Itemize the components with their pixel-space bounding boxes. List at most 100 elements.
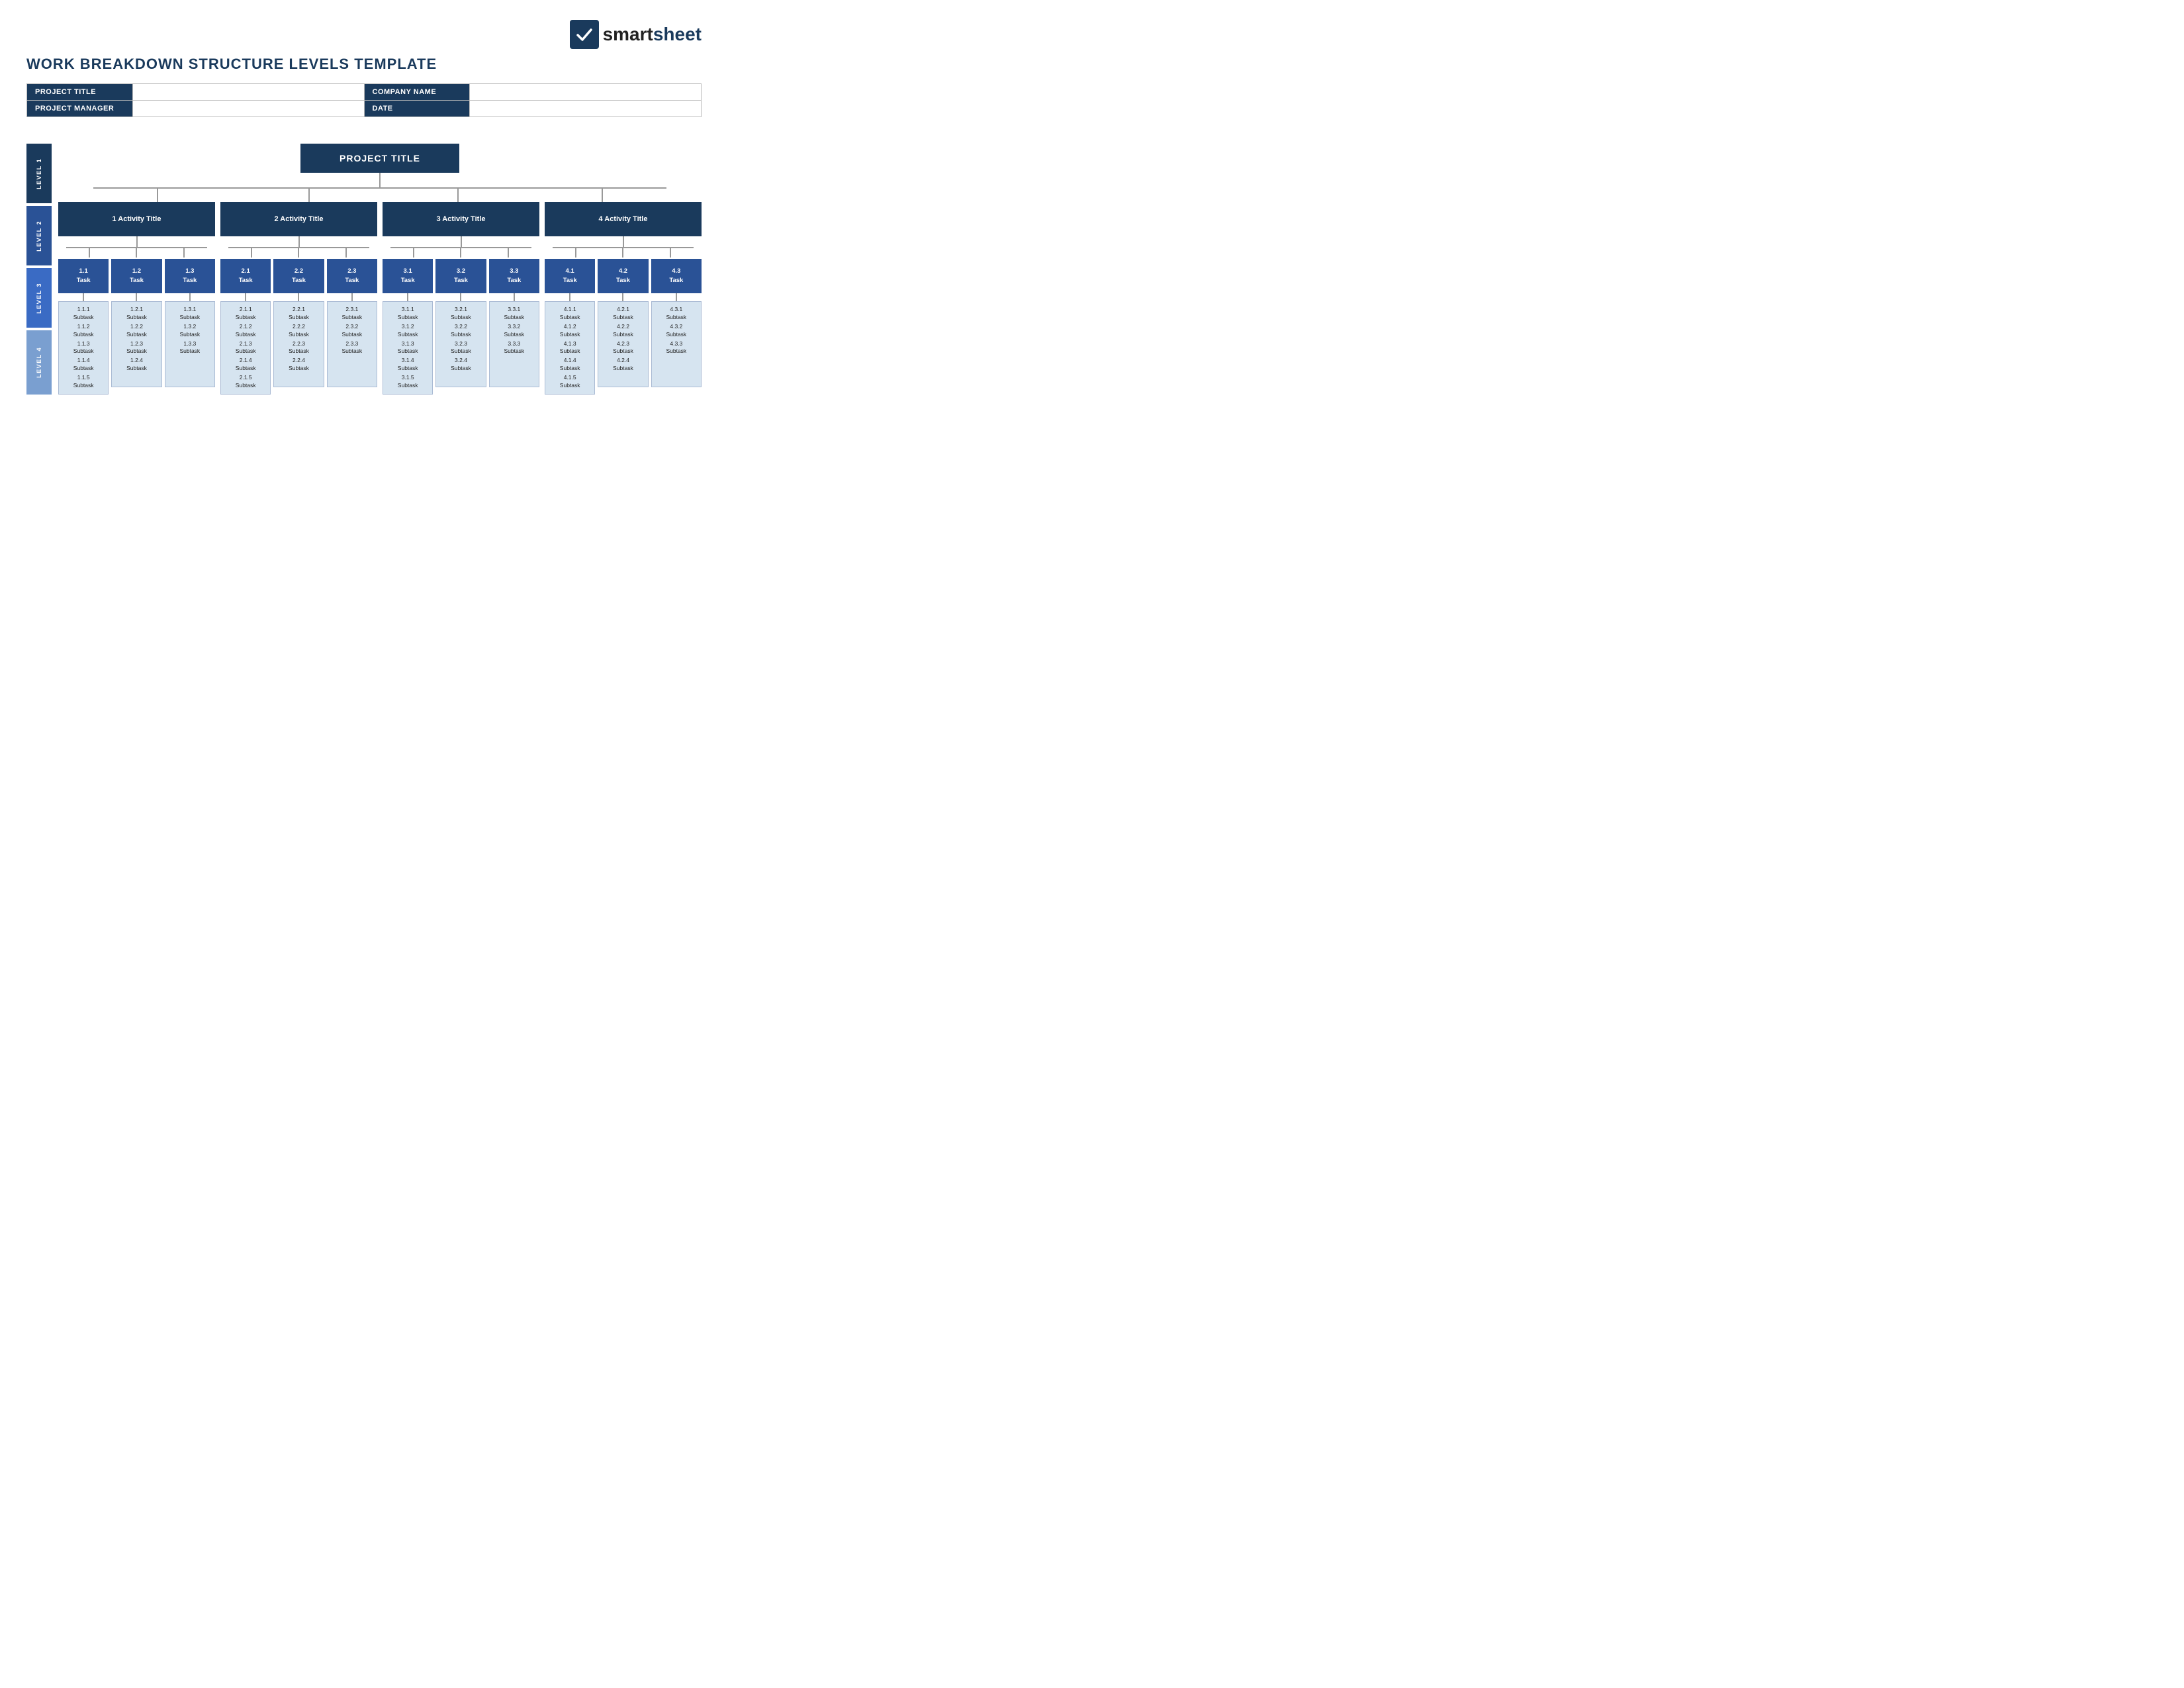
subtask-1-2-3: 1.2.3 Subtask bbox=[126, 340, 147, 356]
drop-l3-3-3 bbox=[508, 247, 509, 258]
project-title-node: PROJECT TITLE bbox=[300, 144, 459, 173]
subtask-4-2-2: 4.2.2 Subtask bbox=[613, 323, 633, 339]
task-4-2: 4.2 Task bbox=[598, 259, 648, 293]
v-connector-l1 bbox=[379, 173, 381, 187]
subtask-box-4-3: 4.3.1 Subtask4.3.2 Subtask4.3.3 Subtask bbox=[651, 301, 702, 387]
level2-sidebar: LEVEL 2 bbox=[26, 206, 52, 265]
tasks-row-1: 1.1 Task1.1.1 Subtask1.1.2 Subtask1.1.3 … bbox=[58, 259, 215, 395]
subtask-box-3-1: 3.1.1 Subtask3.1.2 Subtask3.1.3 Subtask3… bbox=[383, 301, 433, 395]
subtask-3-1-2: 3.1.2 Subtask bbox=[398, 323, 418, 339]
drop-l3-2-2 bbox=[298, 247, 299, 258]
date-label: DATE bbox=[364, 101, 470, 117]
task-col-2-2: 2.2 Task2.2.1 Subtask2.2.2 Subtask2.2.3 … bbox=[273, 259, 324, 387]
tasks-row-2: 2.1 Task 2.1.1 Subtask2.1.2 Subtask2.1.3 … bbox=[220, 259, 377, 395]
company-name-value[interactable] bbox=[470, 84, 702, 101]
v-connector-l2-1 bbox=[136, 236, 138, 247]
subtask-1-1-4: 1.1.4 Subtask bbox=[73, 357, 94, 373]
h-bar-l2-3 bbox=[390, 247, 531, 248]
subtask-box-3-3: 3.3.1 Subtask3.3.2 Subtask3.3.3 Subtask bbox=[489, 301, 539, 387]
info-table: PROJECT TITLE COMPANY NAME PROJECT MANAG… bbox=[26, 83, 702, 117]
activities-row: 1 Activity Title1.1 Task1.1.1 Subtask1.1… bbox=[58, 202, 702, 395]
activity-4: 4 Activity Title 4.1 Task4.1.1 Subtask4.1… bbox=[545, 202, 702, 395]
tasks-row-3: 3.1 Task3.1.1 Subtask3.1.2 Subtask3.1.3 … bbox=[383, 259, 539, 395]
date-value[interactable] bbox=[470, 101, 702, 117]
subtask-4-2-1: 4.2.1 Subtask bbox=[613, 306, 633, 322]
subtask-1-3-1: 1.3.1 Subtask bbox=[179, 306, 200, 322]
subtask-2-1-4: 2.1.4 Subtask bbox=[236, 357, 256, 373]
subtask-4-1-5: 4.1.5 Subtask bbox=[560, 374, 580, 390]
drop2 bbox=[308, 189, 310, 202]
drop-l3-4-3 bbox=[670, 247, 671, 258]
task-col-4-2: 4.2 Task 4.2.1 Subtask4.2.2 Subtask4.2.3 … bbox=[598, 259, 648, 387]
subtask-3-1-5: 3.1.5 Subtask bbox=[398, 374, 418, 390]
tasks-row-4: 4.1 Task4.1.1 Subtask4.1.2 Subtask4.1.3 … bbox=[545, 259, 702, 395]
task-col-1-2: 1.2 Task 1.2.1 Subtask1.2.2 Subtask1.2.3 … bbox=[111, 259, 161, 387]
subtask-2-1-2: 2.1.2 Subtask bbox=[236, 323, 256, 339]
drop-l3-3-1 bbox=[413, 247, 414, 258]
subtask-box-4-2: 4.2.1 Subtask4.2.2 Subtask4.2.3 Subtask4… bbox=[598, 301, 648, 387]
subtask-3-3-1: 3.3.1 Subtask bbox=[504, 306, 524, 322]
task-col-1-3: 1.3 Task1.3.1 Subtask1.3.2 Subtask1.3.3 … bbox=[165, 259, 215, 387]
project-manager-label: PROJECT MANAGER bbox=[27, 101, 133, 117]
subtask-2-1-3: 2.1.3 Subtask bbox=[236, 340, 256, 356]
subtask-2-2-2: 2.2.2 Subtask bbox=[289, 323, 309, 339]
subtask-2-2-4: 2.2.4 Subtask bbox=[289, 357, 309, 373]
logo-area: smartsheet bbox=[26, 20, 702, 49]
activity-1: 1 Activity Title1.1 Task1.1.1 Subtask1.1… bbox=[58, 202, 215, 395]
subtask-1-1-3: 1.1.3 Subtask bbox=[73, 340, 94, 356]
task-col-2-3: 2.3 Task 2.3.1 Subtask2.3.2 Subtask2.3.3 … bbox=[327, 259, 377, 387]
subtask-2-3-2: 2.3.2 Subtask bbox=[341, 323, 362, 339]
drop-l3-1-1 bbox=[89, 247, 90, 258]
level4-sidebar: LEVEL 4 bbox=[26, 330, 52, 395]
task-4-3: 4.3 Task bbox=[651, 259, 702, 293]
subtask-4-1-1: 4.1.1 Subtask bbox=[560, 306, 580, 322]
subtask-4-2-4: 4.2.4 Subtask bbox=[613, 357, 633, 373]
subtask-1-3-2: 1.3.2 Subtask bbox=[179, 323, 200, 339]
subtask-1-2-4: 1.2.4 Subtask bbox=[126, 357, 147, 373]
subtask-box-1-3: 1.3.1 Subtask1.3.2 Subtask1.3.3 Subtask bbox=[165, 301, 215, 387]
subtask-2-3-1: 2.3.1 Subtask bbox=[341, 306, 362, 322]
subtask-1-2-2: 1.2.2 Subtask bbox=[126, 323, 147, 339]
drop-l3-3-2 bbox=[460, 247, 461, 258]
logo-icon bbox=[570, 20, 599, 49]
drop-l3-2-1 bbox=[251, 247, 252, 258]
subtask-2-2-3: 2.2.3 Subtask bbox=[289, 340, 309, 356]
subtask-3-1-1: 3.1.1 Subtask bbox=[398, 306, 418, 322]
v-connector-l2-4 bbox=[623, 236, 624, 247]
project-title-label: PROJECT TITLE bbox=[27, 84, 133, 101]
subtask-3-2-1: 3.2.1 Subtask bbox=[451, 306, 471, 322]
level-sidebar: LEVEL 1 LEVEL 2 LEVEL 3 LEVEL 4 bbox=[26, 144, 52, 395]
activity-2: 2 Activity Title 2.1 Task 2.1.1 Subtask2.1… bbox=[220, 202, 377, 395]
logo-text-bold: sheet bbox=[653, 24, 702, 44]
subtask-4-1-2: 4.1.2 Subtask bbox=[560, 323, 580, 339]
project-manager-value[interactable] bbox=[132, 101, 364, 117]
subtask-2-1-5: 2.1.5 Subtask bbox=[236, 374, 256, 390]
task-2-1: 2.1 Task bbox=[220, 259, 271, 293]
task-col-3-3: 3.3 Task3.3.1 Subtask3.3.2 Subtask3.3.3 … bbox=[489, 259, 539, 387]
drop1 bbox=[157, 189, 158, 202]
level2-label: LEVEL 2 bbox=[36, 220, 42, 252]
drop-l3-4-2 bbox=[622, 247, 623, 258]
h-bar-l2-4 bbox=[553, 247, 694, 248]
drop-l3-2-3 bbox=[345, 247, 347, 258]
task-1-2: 1.2 Task bbox=[111, 259, 161, 293]
subtask-box-2-1: 2.1.1 Subtask2.1.2 Subtask2.1.3 Subtask2… bbox=[220, 301, 271, 395]
logo-text-plain: smart bbox=[603, 24, 653, 44]
subtask-2-3-3: 2.3.3 Subtask bbox=[341, 340, 362, 356]
project-title-value[interactable] bbox=[132, 84, 364, 101]
h-connector-l1 bbox=[93, 187, 666, 189]
level3-sidebar: LEVEL 3 bbox=[26, 268, 52, 328]
activity-title-2: 2 Activity Title bbox=[220, 202, 377, 236]
task-col-4-1: 4.1 Task4.1.1 Subtask4.1.2 Subtask4.1.3 … bbox=[545, 259, 595, 395]
drop-l3-1-2 bbox=[136, 247, 137, 258]
drop3 bbox=[457, 189, 459, 202]
subtask-4-2-3: 4.2.3 Subtask bbox=[613, 340, 633, 356]
company-name-label: COMPANY NAME bbox=[364, 84, 470, 101]
subtask-box-1-2: 1.2.1 Subtask1.2.2 Subtask1.2.3 Subtask1… bbox=[111, 301, 161, 387]
page-title: WORK BREAKDOWN STRUCTURE LEVELS TEMPLATE bbox=[26, 56, 702, 73]
task-2-3: 2.3 Task bbox=[327, 259, 377, 293]
activity-title-4: 4 Activity Title bbox=[545, 202, 702, 236]
subtask-4-3-2: 4.3.2 Subtask bbox=[666, 323, 686, 339]
subtask-3-1-4: 3.1.4 Subtask bbox=[398, 357, 418, 373]
level1-row: PROJECT TITLE bbox=[58, 144, 702, 202]
